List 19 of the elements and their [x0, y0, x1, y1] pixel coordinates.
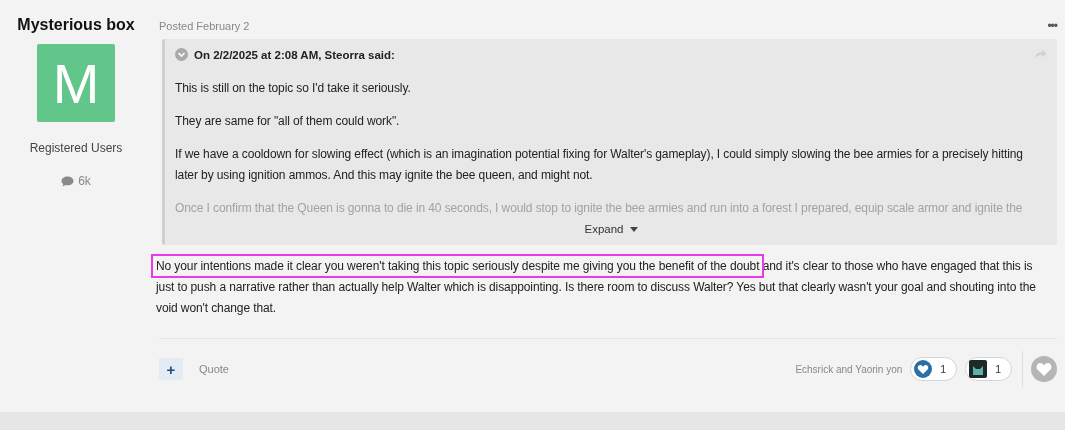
quote-paragraph: They are same for "all of them could work". — [175, 113, 401, 130]
reaction-pill[interactable]: 1 — [910, 357, 958, 381]
post-count: 6k — [78, 174, 91, 188]
user-group: Registered Users — [29, 141, 123, 155]
reaction-pill[interactable]: 1 — [965, 357, 1012, 381]
multiquote-button[interactable]: + — [159, 358, 183, 380]
reaction-count: 1 — [940, 363, 947, 375]
caret-icon — [629, 226, 638, 232]
quote-citation: On 2/2/2025 at 2:08 AM, Steorra said: — [194, 48, 395, 61]
quote-paragraph: If we have a cooldown for slowing effect (which is an imagination potential fixing for Walter's gameplay), I could simply slowing the bee armies for a precisely hitting later by using ignition ammos. And this may ignite the bee queen, and might not. — [175, 146, 1024, 184]
expand-button[interactable]: Expand — [580, 221, 642, 237]
reply-paragraph: No your intentions made it clear you weren't taking this topic seriously despite me giving you the benefit of the doubt and it's clear to those who have engaged that this is just to push a narrative rather than actually help Walter which is disappointing. Is there room to discuss Walter? Yes but that clearly wasn't your goal and shouting into the void won't change that. — [150, 251, 1057, 324]
comment-icon — [61, 175, 75, 187]
post-menu[interactable]: ••• — [1047, 18, 1057, 33]
author-name[interactable]: Mysterious box — [17, 16, 135, 34]
quote-paragraph: This is still on the topic so I'd take it seriously. — [175, 80, 412, 97]
post-date: Posted February 2 — [159, 19, 250, 32]
collapse-toggle-icon[interactable] — [175, 48, 188, 61]
reaction-count: 1 — [995, 363, 1001, 375]
